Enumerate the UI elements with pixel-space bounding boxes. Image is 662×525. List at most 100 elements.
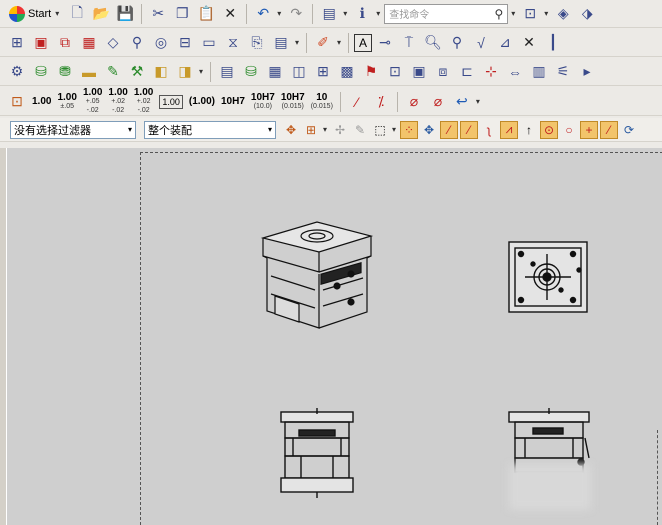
snap-options-icon[interactable]: ✥ bbox=[282, 121, 300, 139]
frame-icon[interactable]: ▣ bbox=[408, 61, 430, 83]
new-sheet-icon[interactable]: ⊞ bbox=[6, 32, 28, 54]
mold-wizard-icon[interactable]: ⚙ bbox=[6, 61, 28, 83]
close-icon[interactable]: ✕ bbox=[518, 32, 540, 54]
tolerance-fit-limit[interactable]: 10H7 (0.015) bbox=[279, 90, 307, 114]
break-view-icon[interactable]: ⊟ bbox=[174, 32, 196, 54]
note-icon[interactable]: A bbox=[354, 33, 372, 52]
top-view[interactable] bbox=[507, 240, 591, 314]
arc-center-icon[interactable]: ⊙ bbox=[540, 120, 558, 139]
chevron-down-icon[interactable]: ▾ bbox=[335, 38, 343, 47]
dimension-style-icon[interactable]: ⁄ bbox=[346, 91, 368, 113]
chinese-char-icon[interactable]: ⚟ bbox=[552, 61, 574, 83]
id-symbol-icon[interactable]: ⚲ bbox=[446, 32, 468, 54]
broken-section-icon[interactable]: ⧖ bbox=[222, 32, 244, 54]
copy-icon[interactable]: ❐ bbox=[171, 3, 193, 25]
more-icon[interactable]: ┃ bbox=[542, 32, 564, 54]
weld-symbol-icon[interactable]: ⊿ bbox=[494, 32, 516, 54]
chevron-down-icon[interactable]: ▾ bbox=[197, 67, 205, 76]
type-filter-select[interactable]: 没有选择过滤器 ▾ bbox=[10, 120, 136, 139]
component-drawing-icon[interactable]: ⊞ bbox=[312, 61, 334, 83]
save-icon[interactable]: 💾 bbox=[114, 3, 136, 25]
intersection-icon[interactable]: ⩘ bbox=[500, 120, 518, 139]
hole-table-icon[interactable]: ▩ bbox=[336, 61, 358, 83]
dimension-icon[interactable]: ✐ bbox=[312, 32, 334, 54]
search-icon[interactable]: ⚲ bbox=[494, 7, 503, 21]
undo-icon[interactable]: ↶ bbox=[252, 3, 274, 25]
view-manager-icon[interactable]: ⊡ bbox=[384, 61, 406, 83]
existing-point-icon[interactable]: ↑ bbox=[520, 121, 538, 139]
layout-frame-icon[interactable]: ⧈ bbox=[432, 61, 454, 83]
base-view-icon[interactable]: ▣ bbox=[30, 32, 52, 54]
mid-point-icon[interactable]: ⁄ bbox=[460, 120, 478, 139]
cooling-icon[interactable]: ▤ bbox=[216, 61, 238, 83]
chevron-down-icon[interactable]: ▾ bbox=[293, 38, 301, 47]
tolerance-reference[interactable]: (1.00) bbox=[187, 90, 217, 114]
update-view-icon[interactable]: ⎘ bbox=[246, 32, 268, 54]
snap-grid-icon[interactable]: ✥ bbox=[420, 121, 438, 139]
mold-tool-icon[interactable]: ⚑ bbox=[360, 61, 382, 83]
chevron-down-icon[interactable]: ▾ bbox=[341, 9, 349, 18]
redo-icon[interactable]: ↷ bbox=[285, 3, 307, 25]
chevron-down-icon[interactable]: ▾ bbox=[390, 125, 398, 134]
scroll-icon[interactable]: ▸ bbox=[576, 61, 598, 83]
subinsert-icon[interactable]: ◨ bbox=[174, 61, 196, 83]
tolerance-limit-alt[interactable]: 1.00 +.02 -.02 bbox=[132, 88, 155, 115]
delete-icon[interactable]: ✕ bbox=[219, 3, 241, 25]
assembly-drawing-icon[interactable]: ◫ bbox=[288, 61, 310, 83]
return-icon[interactable]: ↩ bbox=[451, 91, 473, 113]
tolerance-fit[interactable]: 10H7 bbox=[219, 90, 247, 114]
datum-icon[interactable]: ⍑ bbox=[398, 32, 420, 54]
section-view-icon[interactable]: ◇ bbox=[102, 32, 124, 54]
tolerance-equal[interactable]: 1.00 ±.05 bbox=[55, 90, 78, 114]
start-menu-button[interactable]: Start ▾ bbox=[6, 3, 64, 25]
selection-scope-select[interactable]: 整个装配 ▾ bbox=[144, 120, 276, 139]
tolerance-basic[interactable]: 1.00 bbox=[159, 94, 183, 109]
quadrant-icon[interactable]: ○ bbox=[560, 121, 578, 139]
snap-more-icon[interactable]: ⟳ bbox=[620, 121, 638, 139]
tolerance-bilateral[interactable]: 1.00 +.05 -.02 bbox=[81, 88, 104, 115]
drawing-view-icon[interactable]: ▦ bbox=[78, 32, 100, 54]
end-point-icon[interactable]: ⁄ bbox=[440, 120, 458, 139]
diameter-icon[interactable]: ⌀ bbox=[403, 91, 425, 113]
front-view[interactable] bbox=[279, 408, 355, 500]
extra-tool-icon[interactable]: ⬗ bbox=[576, 3, 598, 25]
isometric-view[interactable] bbox=[259, 216, 375, 336]
selection-tool-icon[interactable]: ✎ bbox=[351, 121, 369, 139]
view-boundary-icon[interactable]: ▭ bbox=[198, 32, 220, 54]
balloon-icon[interactable]: ⊸ bbox=[374, 32, 396, 54]
section-line-icon[interactable]: ⊏ bbox=[456, 61, 478, 83]
select-all-icon[interactable]: ⊞ bbox=[302, 121, 320, 139]
chevron-down-icon[interactable]: ▾ bbox=[509, 9, 517, 18]
electrode-icon[interactable]: ⛁ bbox=[240, 61, 262, 83]
window-list-icon[interactable]: ▤ bbox=[318, 3, 340, 25]
detail-view-icon[interactable]: ⚲ bbox=[126, 32, 148, 54]
deselect-icon[interactable]: ✢ bbox=[331, 121, 349, 139]
tolerance-limit-only[interactable]: 10 (0.015) bbox=[309, 90, 335, 114]
point-on-curve-icon[interactable]: + bbox=[580, 120, 598, 139]
snap-point-icon[interactable]: ⁘ bbox=[400, 120, 418, 139]
bill-of-material-icon[interactable]: ▦ bbox=[264, 61, 286, 83]
command-search-input[interactable]: 查找命令 ⚲ bbox=[384, 3, 509, 24]
tolerance-none[interactable]: 1.00 bbox=[30, 90, 53, 114]
control-point-icon[interactable]: ʅ bbox=[480, 121, 498, 139]
standard-part-icon[interactable]: ✎ bbox=[102, 61, 124, 83]
cut-icon[interactable]: ✂ bbox=[147, 3, 169, 25]
new-document-icon[interactable]: 🗋 bbox=[66, 3, 88, 25]
info-icon[interactable]: ℹ bbox=[351, 3, 373, 25]
ordinate-icon[interactable]: ⊹ bbox=[480, 61, 502, 83]
zoom-icon[interactable]: 🔍︎ bbox=[422, 32, 444, 54]
tolerance-fit-value[interactable]: 10H7 (10.0) bbox=[249, 90, 277, 114]
rectangle-select-icon[interactable]: ⬚ bbox=[371, 121, 389, 139]
surface-finish-icon[interactable]: √ bbox=[470, 32, 492, 54]
insert-icon[interactable]: ▬ bbox=[78, 61, 100, 83]
tolerance-limit[interactable]: 1.00 +.02 -.02 bbox=[106, 88, 129, 115]
tangent-icon[interactable]: ⁄ bbox=[600, 120, 618, 139]
fit-tolerance-icon[interactable]: ▥ bbox=[528, 61, 550, 83]
drawing-canvas[interactable] bbox=[6, 148, 662, 525]
chevron-down-icon[interactable]: ▾ bbox=[374, 9, 382, 18]
paste-icon[interactable]: 📋 bbox=[195, 3, 217, 25]
chevron-down-icon[interactable]: ▾ bbox=[474, 97, 482, 106]
reference-icon[interactable]: ⊡ bbox=[6, 91, 28, 113]
table-icon[interactable]: ▤ bbox=[270, 32, 292, 54]
view-options-icon[interactable]: ⊡ bbox=[519, 3, 541, 25]
